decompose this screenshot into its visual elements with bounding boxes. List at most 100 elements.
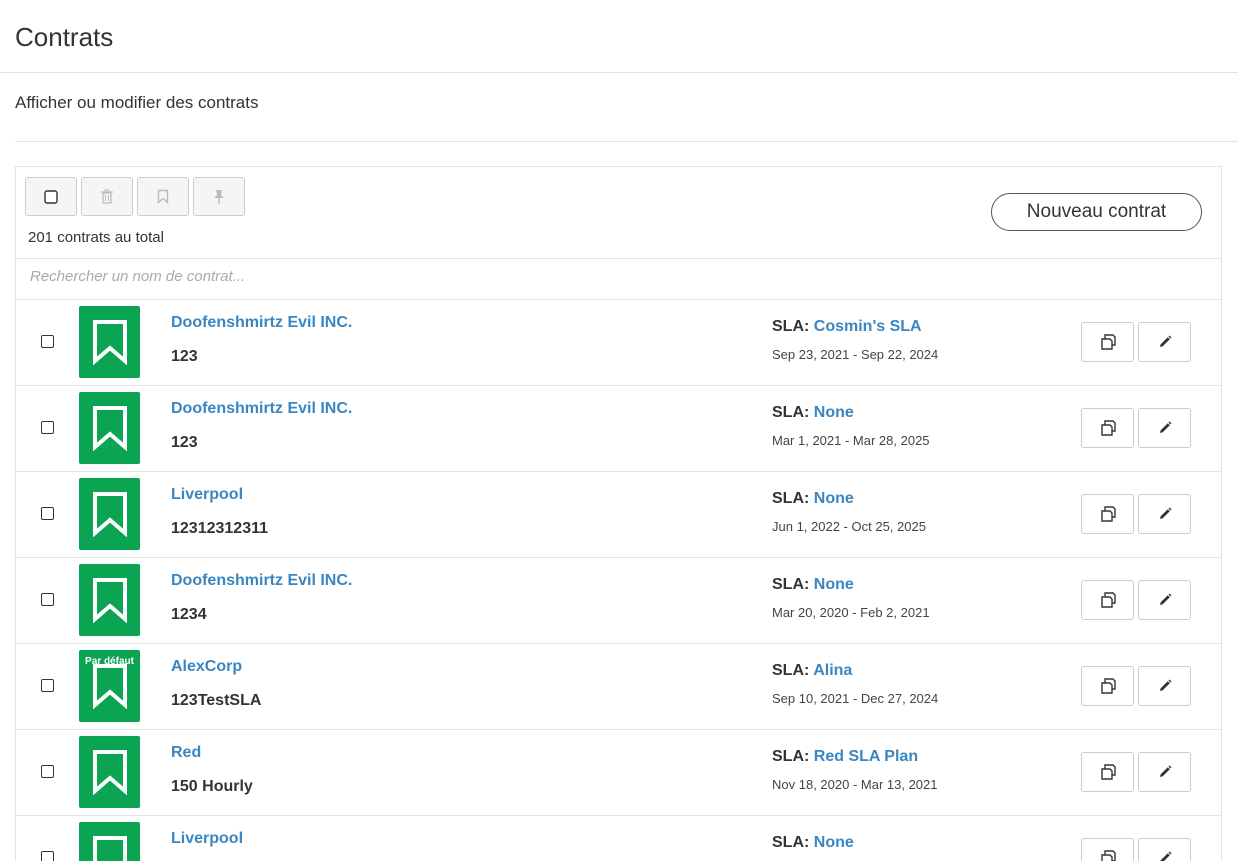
- bookmark-icon: [92, 664, 127, 709]
- contract-code: 123TestSLA: [171, 692, 262, 709]
- contract-row[interactable]: Liverpool SLA: None: [16, 816, 1221, 861]
- bookmark-icon: [92, 750, 127, 795]
- new-contract-button[interactable]: Nouveau contrat: [991, 193, 1202, 231]
- copy-icon: [1100, 592, 1116, 608]
- edit-button[interactable]: [1138, 752, 1191, 792]
- row-checkbox[interactable]: [41, 679, 54, 692]
- duplicate-button[interactable]: [1081, 322, 1134, 362]
- pin-button[interactable]: [193, 177, 245, 216]
- sla-name-link[interactable]: None: [814, 576, 854, 593]
- edit-button[interactable]: [1138, 580, 1191, 620]
- sla-label: SLA:: [772, 576, 810, 593]
- edit-button[interactable]: [1138, 838, 1191, 861]
- contract-client-name[interactable]: Doofenshmirtz Evil INC.: [171, 400, 352, 418]
- contract-sla: SLA: None: [772, 576, 854, 594]
- contract-client-name[interactable]: Liverpool: [171, 830, 243, 848]
- pencil-icon: [1159, 765, 1171, 777]
- row-checkbox[interactable]: [41, 335, 54, 348]
- divider: [0, 72, 1238, 73]
- contract-tile: [79, 736, 140, 808]
- edit-button[interactable]: [1138, 494, 1191, 534]
- contract-row[interactable]: Par défaut AlexCorp 123TestSLA SLA: Alin…: [16, 644, 1221, 730]
- row-checkbox[interactable]: [41, 851, 54, 861]
- contract-sla: SLA: Alina: [772, 662, 852, 680]
- sla-name-link[interactable]: Red SLA Plan: [814, 748, 918, 765]
- contract-tile: [79, 306, 140, 378]
- contract-client-name[interactable]: Liverpool: [171, 486, 243, 504]
- contract-row[interactable]: Doofenshmirtz Evil INC. 1234 SLA: None M…: [16, 558, 1221, 644]
- contract-row[interactable]: Doofenshmirtz Evil INC. 123 SLA: None Ma…: [16, 386, 1221, 472]
- copy-icon: [1100, 850, 1116, 861]
- pencil-icon: [1159, 421, 1171, 433]
- contracts-panel: 201 contrats au total Nouveau contrat Do…: [15, 166, 1222, 861]
- sla-name-link[interactable]: Alina: [813, 662, 852, 679]
- row-checkbox[interactable]: [41, 593, 54, 606]
- bookmark-button[interactable]: [137, 177, 189, 216]
- contract-tile: [79, 392, 140, 464]
- page-title: Contrats: [15, 22, 114, 52]
- duplicate-button[interactable]: [1081, 580, 1134, 620]
- copy-icon: [1100, 678, 1116, 694]
- bookmark-icon: [92, 320, 127, 365]
- contract-row[interactable]: Doofenshmirtz Evil INC. 123 SLA: Cosmin'…: [16, 300, 1221, 386]
- edit-button[interactable]: [1138, 322, 1191, 362]
- duplicate-button[interactable]: [1081, 494, 1134, 534]
- copy-icon: [1100, 334, 1116, 350]
- contract-client-name[interactable]: Red: [171, 744, 201, 762]
- pencil-icon: [1159, 679, 1171, 691]
- delete-button[interactable]: [81, 177, 133, 216]
- contract-row[interactable]: Liverpool 12312312311 SLA: None Jun 1, 2…: [16, 472, 1221, 558]
- select-all-button[interactable]: [25, 177, 77, 216]
- contract-tile: [79, 478, 140, 550]
- row-checkbox[interactable]: [41, 421, 54, 434]
- contract-sla: SLA: Red SLA Plan: [772, 748, 918, 766]
- contract-dates: Mar 20, 2020 - Feb 2, 2021: [772, 605, 930, 620]
- divider: [15, 141, 1238, 142]
- contract-code: 123: [171, 434, 198, 451]
- contract-row[interactable]: Red 150 Hourly SLA: Red SLA Plan Nov 18,…: [16, 730, 1221, 816]
- sla-name-link[interactable]: None: [814, 404, 854, 421]
- contract-sla: SLA: None: [772, 404, 854, 422]
- pencil-icon: [1159, 507, 1171, 519]
- row-checkbox[interactable]: [41, 507, 54, 520]
- sla-label: SLA:: [772, 748, 810, 765]
- contract-client-name[interactable]: AlexCorp: [171, 658, 242, 676]
- sla-label: SLA:: [772, 318, 810, 335]
- duplicate-button[interactable]: [1081, 408, 1134, 448]
- duplicate-button[interactable]: [1081, 752, 1134, 792]
- sla-label: SLA:: [772, 490, 810, 507]
- contract-client-name[interactable]: Doofenshmirtz Evil INC.: [171, 314, 352, 332]
- sla-name-link[interactable]: Cosmin's SLA: [814, 318, 922, 335]
- contract-dates: Mar 1, 2021 - Mar 28, 2025: [772, 433, 930, 448]
- contract-code: 1234: [171, 606, 207, 623]
- pencil-icon: [1160, 851, 1171, 861]
- contract-code: 12312312311: [171, 520, 268, 537]
- edit-button[interactable]: [1138, 408, 1191, 448]
- contract-dates: Nov 18, 2020 - Mar 13, 2021: [772, 777, 938, 792]
- default-badge: Par défaut: [85, 656, 134, 667]
- contract-tile: Par défaut: [79, 650, 140, 722]
- contract-list: Doofenshmirtz Evil INC. 123 SLA: Cosmin'…: [16, 300, 1221, 861]
- sla-label: SLA:: [772, 834, 810, 851]
- copy-icon: [1100, 420, 1116, 436]
- search-input[interactable]: [30, 268, 730, 285]
- sla-name-link[interactable]: None: [814, 490, 854, 507]
- contract-sla: SLA: None: [772, 490, 854, 508]
- copy-icon: [1100, 506, 1116, 522]
- page-subtitle: Afficher ou modifier des contrats: [15, 93, 259, 112]
- total-count: 201 contrats au total: [28, 229, 164, 246]
- contract-sla: SLA: Cosmin's SLA: [772, 318, 922, 336]
- contract-tile: [79, 564, 140, 636]
- row-checkbox[interactable]: [41, 765, 54, 778]
- edit-button[interactable]: [1138, 666, 1191, 706]
- bookmark-icon: [92, 406, 127, 451]
- contract-code: 150 Hourly: [171, 778, 253, 795]
- sla-name-link[interactable]: None: [814, 834, 854, 851]
- contract-sla: SLA: None: [772, 834, 854, 852]
- duplicate-button[interactable]: [1081, 666, 1134, 706]
- contract-client-name[interactable]: Doofenshmirtz Evil INC.: [171, 572, 352, 590]
- bookmark-icon: [92, 578, 127, 623]
- duplicate-button[interactable]: [1081, 838, 1134, 861]
- pin-icon: [214, 189, 224, 204]
- contract-code: 123: [171, 348, 198, 365]
